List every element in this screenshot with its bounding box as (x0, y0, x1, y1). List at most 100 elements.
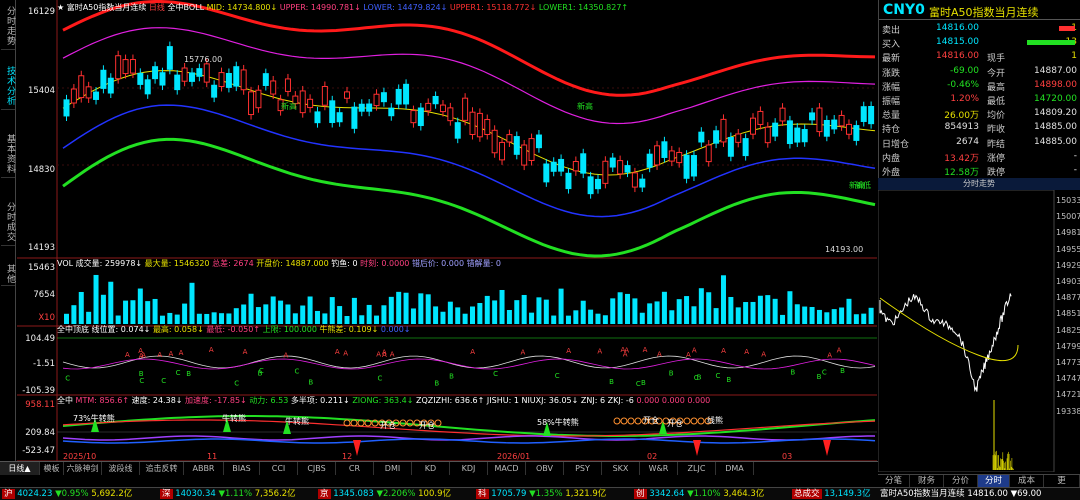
market-index-item[interactable]: 创 3342.64 ▼1.10% 3,464.3亿 (634, 488, 764, 500)
tab-fundamentals[interactable]: 基本资料 (1, 130, 15, 178)
quote-label: 买入 (882, 40, 901, 51)
signal-letter: B (308, 379, 313, 387)
indicator-tab[interactable]: 模板 (40, 462, 64, 475)
signal-dot (627, 417, 635, 425)
volume-bar (204, 313, 210, 324)
signal-letter: A (624, 346, 629, 354)
indicator-tab[interactable]: CJBS (298, 462, 336, 475)
candle-body (801, 129, 808, 143)
signal-letter: A (243, 348, 248, 356)
tab-other[interactable]: 其他 (1, 262, 15, 286)
volume-bar (322, 313, 328, 324)
quote-label: 均价 (987, 111, 1006, 122)
mini-timeshare-chart[interactable]: 15033 15007 14981 14955 14929 14903 14877 14851… (878, 190, 1080, 472)
boll-lower-value: LOWER: 14479.824↓ (363, 3, 448, 12)
signal-letter: C (715, 372, 720, 380)
signal-dot (634, 417, 642, 425)
candle-body (823, 119, 830, 137)
candle-body (203, 63, 210, 83)
signal-letter: C (822, 368, 827, 376)
volume-bar (521, 294, 527, 324)
indicator3-value-n: 0.000 (687, 396, 711, 405)
indicator-tab[interactable]: 波段线 (102, 462, 140, 475)
volume-bar (255, 307, 261, 324)
indicator-tab[interactable]: CCI (260, 462, 298, 475)
signal-dot (683, 417, 691, 425)
market-key: 沪 (2, 489, 15, 499)
mini-chart-canvas[interactable] (878, 190, 1080, 472)
candle-body (868, 105, 875, 125)
indicator-tab[interactable]: 六脉神剑 (64, 462, 102, 475)
market-index-item[interactable]: 京 1345.083 ▼2.206% 100.9亿 (318, 488, 451, 500)
signal-letter: C (161, 377, 166, 385)
tab-technical-analysis[interactable]: 技术分析 (1, 62, 15, 110)
candle-body (447, 107, 454, 122)
signal-letter: B (641, 379, 646, 387)
volume-bar (462, 313, 468, 324)
candle-body (845, 123, 852, 135)
indicator-tab[interactable]: SKX (602, 462, 640, 475)
indicator-tab[interactable]: W&R (640, 462, 678, 475)
volume-bar (492, 300, 498, 324)
kline-chart-area[interactable]: ABACAAAAAAABACABAACBACCAACCABAABAAAABABC… (17, 0, 877, 461)
indicator-tab[interactable]: CR (336, 462, 374, 475)
signal-dot (690, 417, 698, 425)
indicator-tab[interactable]: MACD (488, 462, 526, 475)
quote-label: 总量 (882, 111, 901, 122)
signal-letter: A (209, 346, 214, 354)
signal-letter: A (597, 347, 602, 355)
indicator2-name: 全中顶底 (57, 325, 89, 334)
candle-body (543, 163, 550, 183)
candle-body (698, 131, 705, 143)
indicator-tab[interactable]: KDJ (450, 462, 488, 475)
candle-body (661, 141, 668, 158)
market-value: 3342.64 (649, 489, 685, 499)
signal-letter: A (376, 350, 381, 358)
volume-bar (71, 305, 77, 324)
quote-value: - (1073, 150, 1077, 161)
indicator-tab[interactable]: ABBR (184, 462, 224, 475)
period-label[interactable]: 日线 (149, 3, 165, 12)
market-index-item[interactable]: 深 14030.34 ▼1.11% 7,356.2亿 (160, 488, 296, 500)
candle-body (380, 92, 387, 103)
signal-letter: B (449, 373, 454, 381)
market-index-item[interactable]: 总成交 13,149.3亿 (792, 488, 871, 500)
indicator-tab[interactable]: DMA (716, 462, 754, 475)
market-index-item[interactable]: 科 1705.79 ▼1.35% 1,321.9亿 (476, 488, 606, 500)
quote-value: 13.42万 (944, 153, 979, 164)
indicator-tab[interactable]: 追击反转 (140, 462, 184, 475)
volume-bar (750, 301, 756, 324)
indicator3-value-f: ZIONG: 363.4↓ (352, 396, 414, 405)
indicator-tab[interactable]: KD (412, 462, 450, 475)
indicator-tab[interactable]: BIAS (224, 462, 260, 475)
mini-axis-label: 19338 (1056, 406, 1080, 416)
volume-bar (285, 304, 291, 324)
indicator3-axis-label: -523.47 (22, 446, 55, 456)
candle-body (727, 136, 734, 157)
indicator-tab[interactable]: PSY (564, 462, 602, 475)
mini-axis-label: 14825 (1056, 325, 1080, 335)
volume-bar (86, 311, 92, 324)
quote-value: 14815.00 (936, 37, 979, 48)
market-index-item[interactable]: 沪 4024.23 ▼0.95% 5,692.2亿 (2, 488, 132, 500)
candle-body (831, 119, 838, 130)
indicator-tab[interactable]: ZLJC (678, 462, 716, 475)
candle-body (388, 107, 395, 117)
volume-bar (182, 303, 188, 324)
volume-bar (698, 288, 704, 324)
tab-time-sharing[interactable]: 分时走势 (1, 2, 15, 50)
volume-bar (639, 312, 645, 324)
tab-tick-trades[interactable]: 分时成交 (1, 198, 15, 246)
volume-bar (219, 313, 225, 324)
candle-body (513, 136, 520, 155)
quote-value: 14720.00 (1034, 94, 1077, 104)
indicator-tab[interactable]: 日线▲ (0, 462, 40, 475)
volume-bar (595, 313, 601, 324)
candle-body (211, 84, 218, 98)
chart-canvas[interactable]: ABACAAA AAAABACABA AC BACCA ACCABA ABAA A ABABC… (17, 0, 877, 461)
market-change: ▼2.206% (376, 489, 416, 499)
indicator-tab[interactable]: DMI (374, 462, 412, 475)
indicator-tab[interactable]: OBV (526, 462, 564, 475)
contract-code: CNY0 (883, 2, 925, 18)
signal-letter: B (139, 370, 144, 378)
